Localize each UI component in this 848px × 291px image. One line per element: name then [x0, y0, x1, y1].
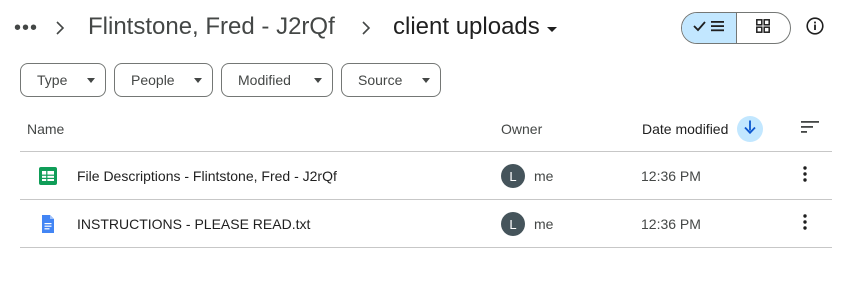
- owner-avatar: L: [501, 164, 525, 188]
- column-header-owner: Owner: [501, 121, 543, 137]
- sort-direction-button[interactable]: [737, 116, 763, 142]
- caret-down-icon: [194, 78, 202, 83]
- grid-view-button[interactable]: [737, 13, 791, 43]
- file-row[interactable]: INSTRUCTIONS - PLEASE READ.txt L me 12:3…: [20, 200, 832, 248]
- list-view-button[interactable]: [682, 13, 737, 43]
- spreadsheet-icon: [39, 167, 57, 185]
- caret-down-icon: [422, 78, 430, 83]
- more-vert-icon: [803, 165, 807, 187]
- file-table-header: Name Owner Date modified: [20, 104, 832, 152]
- column-header-name[interactable]: Name: [27, 121, 64, 137]
- more-folders-button[interactable]: •••: [12, 14, 40, 42]
- breadcrumb-parent-folder[interactable]: Flintstone, Fred - J2rQf: [88, 13, 335, 41]
- filter-people-chip[interactable]: People: [114, 63, 213, 97]
- caret-down-icon: [314, 78, 322, 83]
- file-name: INSTRUCTIONS - PLEASE READ.txt: [77, 216, 311, 232]
- sort-options-button[interactable]: [799, 118, 821, 140]
- filter-label: People: [131, 72, 175, 88]
- file-row[interactable]: File Descriptions - Flintstone, Fred - J…: [20, 152, 832, 200]
- more-actions-button[interactable]: [794, 213, 816, 235]
- file-name: File Descriptions - Flintstone, Fred - J…: [77, 168, 337, 184]
- sort-icon: [801, 120, 819, 138]
- chevron-right-icon: [50, 16, 70, 40]
- filter-type-chip[interactable]: Type: [20, 63, 106, 97]
- caret-down-icon: [87, 78, 95, 83]
- document-icon: [39, 215, 57, 233]
- filter-source-chip[interactable]: Source: [341, 63, 441, 97]
- filter-label: Source: [358, 72, 403, 88]
- chevron-right-icon: [356, 16, 376, 40]
- owner-name: me: [534, 216, 554, 232]
- filter-label: Type: [37, 72, 68, 88]
- more-actions-button[interactable]: [794, 165, 816, 187]
- info-icon: [806, 16, 824, 40]
- owner-avatar: L: [501, 212, 525, 236]
- owner-name: me: [534, 168, 554, 184]
- filter-label: Modified: [238, 72, 291, 88]
- view-toggle: [681, 12, 791, 44]
- grid-icon: [756, 18, 771, 38]
- details-info-button[interactable]: [801, 14, 829, 42]
- column-header-date-modified[interactable]: Date modified: [642, 121, 728, 137]
- current-folder-label: client uploads: [393, 13, 540, 40]
- breadcrumb-current-folder[interactable]: client uploads: [393, 13, 558, 41]
- filter-modified-chip[interactable]: Modified: [221, 63, 333, 97]
- date-modified: 12:36 PM: [641, 216, 701, 232]
- caret-down-icon: [546, 13, 558, 41]
- arrow-down-icon: [744, 120, 756, 139]
- breadcrumb: ••• Flintstone, Fred - J2rQf client uplo…: [0, 0, 848, 56]
- date-modified: 12:36 PM: [641, 168, 701, 184]
- more-vert-icon: [803, 213, 807, 235]
- check-list-icon: [692, 18, 726, 39]
